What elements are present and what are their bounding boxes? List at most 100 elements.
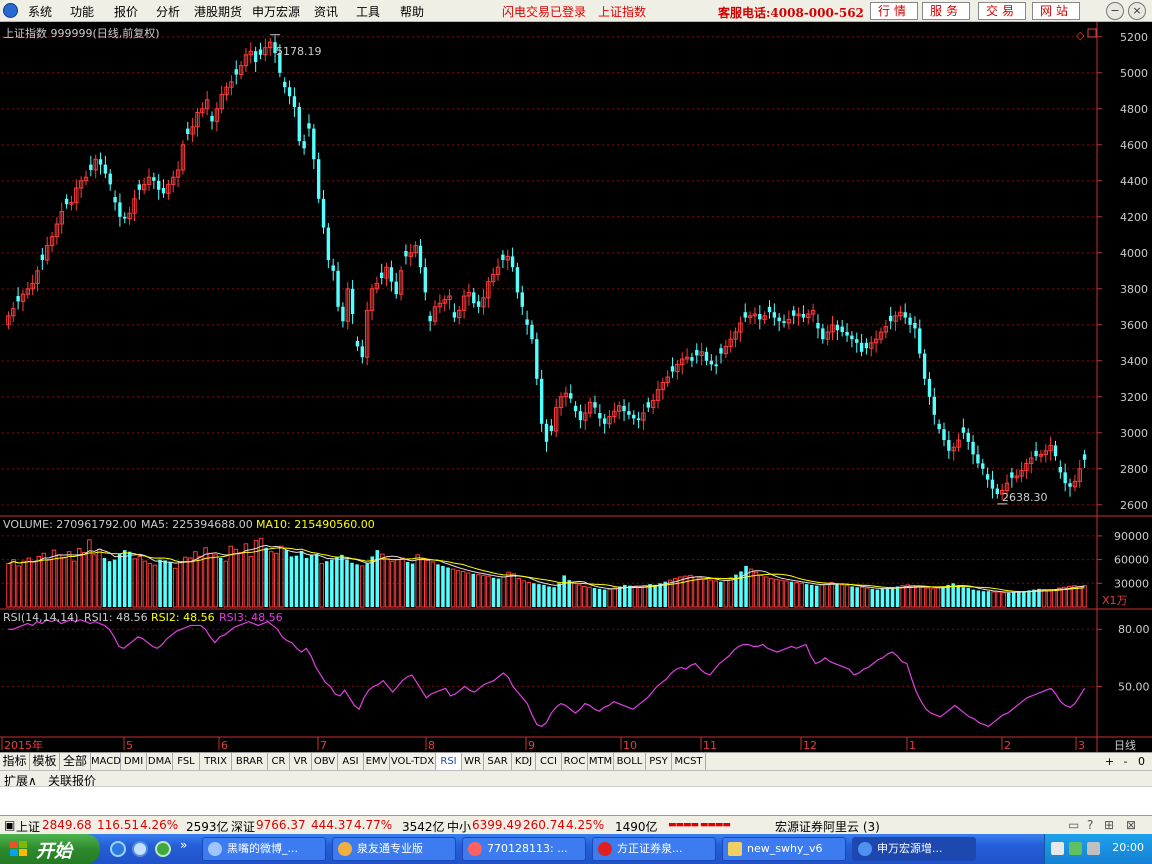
volume-bar-up xyxy=(1001,592,1006,608)
volume-bar-up xyxy=(920,586,926,608)
volume-bar-up xyxy=(1056,587,1062,608)
volume-bar-down xyxy=(330,559,334,607)
ie-icon[interactable] xyxy=(110,841,126,857)
start-button[interactable]: 开始 xyxy=(0,834,100,864)
candle-layer xyxy=(6,35,1087,501)
candle-body-down xyxy=(472,292,476,304)
indicator-tab-wr[interactable]: WR xyxy=(462,753,484,770)
indicator-tab-全部[interactable]: 全部 xyxy=(60,753,91,770)
price-tick-label: 4400 xyxy=(1120,175,1148,188)
menu-analysis[interactable]: 分析 xyxy=(156,3,180,20)
candle-body-down xyxy=(452,312,457,318)
indicator-tab-dmi[interactable]: DMI xyxy=(121,753,147,770)
zoom-in-icon[interactable]: + xyxy=(1102,754,1117,769)
minimize-icon[interactable]: − xyxy=(1106,2,1124,20)
chart-area[interactable]: 5200 5000 4800 4600 4400 4200 4000 3800 3600 3400… xyxy=(0,22,1152,752)
tray-speaker-icon[interactable] xyxy=(1087,842,1100,855)
indicator-tab-mtm[interactable]: MTM xyxy=(588,753,614,770)
volume-bar-up xyxy=(642,585,648,608)
task-fangzheng[interactable]: 方正证券泉... xyxy=(592,837,716,861)
candle-body-down xyxy=(947,440,951,451)
app-logo-icon[interactable] xyxy=(3,3,18,18)
time-axis-label: 3 xyxy=(1078,739,1085,752)
volume-bar-up xyxy=(1051,589,1057,608)
desktop-icon[interactable] xyxy=(132,841,148,857)
settings-icon[interactable]: ⊠ xyxy=(1126,818,1136,832)
tab-service[interactable]: 服务 xyxy=(922,2,970,20)
menu-help[interactable]: 帮助 xyxy=(400,3,424,20)
candle-body-down xyxy=(859,342,864,352)
indicator-tab-cci[interactable]: CCI xyxy=(536,753,562,770)
volume-bar-down xyxy=(809,584,814,607)
menu-swhy[interactable]: 申万宏源 xyxy=(252,3,300,20)
sh-change: 116.51 xyxy=(97,818,139,832)
indicator-tab-brar[interactable]: BRAR xyxy=(232,753,268,770)
tray-shield-icon[interactable] xyxy=(1069,842,1082,855)
flash-trade-status[interactable]: 闪电交易已登录 xyxy=(502,3,586,20)
time-axis-label: 11 xyxy=(703,739,717,752)
indicator-tab-macd[interactable]: MACD xyxy=(91,753,121,770)
sz-label[interactable]: 深证 xyxy=(231,818,255,835)
volume-bar-down xyxy=(653,584,657,607)
volume-bar-up xyxy=(905,584,910,608)
indicator-tab-emv[interactable]: EMV xyxy=(364,753,390,770)
zoom-out-icon[interactable]: - xyxy=(1118,754,1133,769)
task-swhy-app[interactable]: 申万宏源增... xyxy=(852,837,976,861)
lock-icon[interactable]: ▭ xyxy=(1068,818,1079,832)
zx-label[interactable]: 中小 xyxy=(447,818,471,835)
indicator-tab-psy[interactable]: PSY xyxy=(646,753,672,770)
help-icon[interactable]: ? xyxy=(1087,818,1093,832)
menu-tools[interactable]: 工具 xyxy=(356,3,380,20)
server-name[interactable]: 宏源证券阿里云 (3) xyxy=(775,818,880,835)
indicator-tab-roc[interactable]: ROC xyxy=(562,753,588,770)
indicator-tab-boll[interactable]: BOLL xyxy=(614,753,646,770)
candle-body-down xyxy=(234,69,238,75)
indicator-tab-sar[interactable]: SAR xyxy=(484,753,512,770)
task-weibo[interactable]: 黑嘴的微博_... xyxy=(202,837,326,861)
tab-trade[interactable]: 交易 xyxy=(978,2,1026,20)
quicklaunch-more-icon[interactable]: » xyxy=(180,838,187,852)
candle-body-down xyxy=(961,427,966,433)
menu-function[interactable]: 功能 xyxy=(70,3,94,20)
volume-bar-up xyxy=(279,545,284,608)
indicator-tab-asi[interactable]: ASI xyxy=(338,753,364,770)
kline-chart[interactable]: 5200 5000 4800 4600 4400 4200 4000 3800 3600 3400… xyxy=(0,22,1152,752)
current-index-link[interactable]: 上证指数 xyxy=(598,3,646,20)
candle-body-down xyxy=(501,254,505,260)
task-swhy-folder[interactable]: new_swhy_v6 xyxy=(722,837,846,861)
menu-system[interactable]: 系统 xyxy=(28,3,52,20)
volume-bar-down xyxy=(365,563,369,607)
browser-icon[interactable] xyxy=(155,841,171,857)
sh-icon: ▣ xyxy=(4,818,16,832)
tray-arrow-icon[interactable] xyxy=(1051,842,1064,855)
indicator-tab-rsi[interactable]: RSI xyxy=(436,753,462,770)
candle-body-down xyxy=(981,463,985,469)
indicator-tab-vr[interactable]: VR xyxy=(290,753,312,770)
indicator-tab-trix[interactable]: TRIX xyxy=(200,753,232,770)
indicator-tab-fsl[interactable]: FSL xyxy=(173,753,200,770)
menu-hk-futures[interactable]: 港股期货 xyxy=(194,3,242,20)
task-quanyoutong[interactable]: 泉友通专业版 xyxy=(332,837,456,861)
menu-quote[interactable]: 报价 xyxy=(114,3,138,20)
reset-zoom-icon[interactable]: 0 xyxy=(1134,754,1149,769)
volume-bar-down xyxy=(335,557,339,607)
tab-website[interactable]: 网站 xyxy=(1032,2,1080,20)
menu-news[interactable]: 资讯 xyxy=(314,3,338,20)
indicator-tab-cr[interactable]: CR xyxy=(268,753,290,770)
close-icon[interactable]: × xyxy=(1128,2,1146,20)
tab-market[interactable]: 行情 xyxy=(870,2,918,20)
indicator-tab-dma[interactable]: DMA xyxy=(147,753,173,770)
task-qq-chat[interactable]: 770128113: ... xyxy=(462,837,586,861)
indicator-tab-obv[interactable]: OBV xyxy=(312,753,338,770)
indicator-tab-模板[interactable]: 模板 xyxy=(30,753,60,770)
indicator-tab-指标[interactable]: 指标 xyxy=(0,753,30,770)
volume-bar-up xyxy=(996,591,1001,608)
candle-body-down xyxy=(816,323,820,329)
indicator-tab-kdj[interactable]: KDJ xyxy=(512,753,536,770)
indicator-tab-vol-tdx[interactable]: VOL-TDX xyxy=(390,753,436,770)
sh-label[interactable]: 上证 xyxy=(16,818,40,835)
volume-bar-down xyxy=(880,588,885,607)
candle-body-down xyxy=(632,414,636,419)
indicator-tab-mcst[interactable]: MCST xyxy=(672,753,706,770)
signal-icon[interactable]: ⊞ xyxy=(1104,818,1114,832)
